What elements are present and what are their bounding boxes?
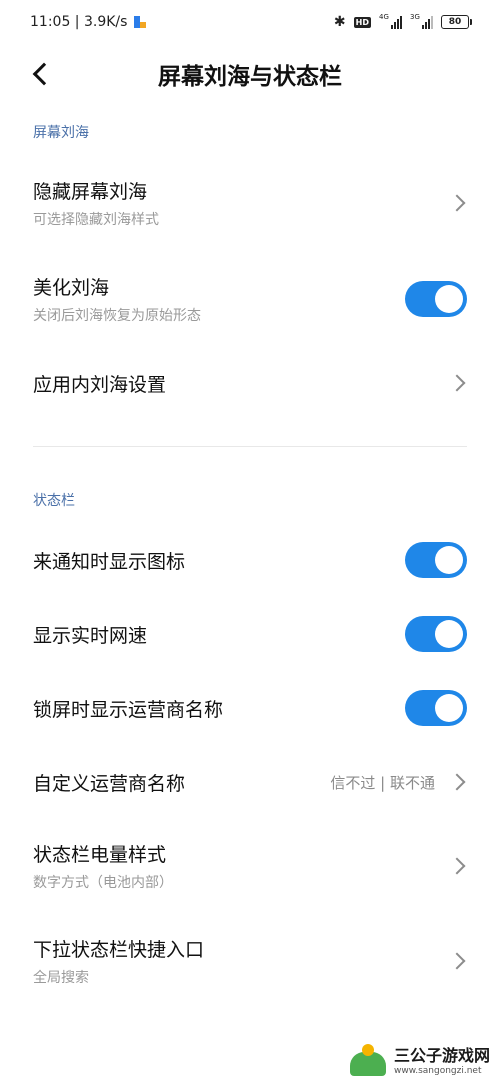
page-title: 屏幕刘海与状态栏 [158, 64, 342, 90]
chevron-right-icon [448, 374, 466, 392]
battery-level: 80 [441, 15, 469, 29]
setting-title: 自定义运营商名称 [33, 772, 186, 795]
setting-subtitle: 全局搜索 [33, 970, 89, 986]
setting-value: 信不过 | 联不通 [330, 773, 435, 792]
section-header-statusbar: 状态栏 [33, 493, 75, 509]
app-notification-icon [134, 16, 147, 28]
setting-title: 状态栏电量样式 [33, 844, 167, 866]
nav-bar: 屏幕刘海与状态栏 [0, 44, 500, 104]
status-bar: 11:05 | 3.9K/s ✱ HD 4G 3G 80 [0, 0, 500, 44]
battery-icon: 80 [441, 15, 472, 29]
setting-battery-style[interactable]: 状态栏电量样式 数字方式（电池内部） [0, 837, 500, 895]
setting-subtitle: 可选择隐藏刘海样式 [33, 212, 159, 228]
bluetooth-icon: ✱ [333, 14, 346, 30]
toggle-switch[interactable] [405, 542, 467, 578]
watermark-name: 三公子游戏网 [393, 1046, 490, 1065]
status-left: 11:05 | 3.9K/s [30, 14, 147, 30]
setting-in-app-notch[interactable]: 应用内刘海设置 [0, 362, 500, 404]
section-divider [33, 446, 467, 447]
setting-title: 隐藏屏幕刘海 [33, 181, 148, 203]
status-right: ✱ HD 4G 3G 80 [333, 13, 472, 30]
setting-subtitle: 数字方式（电池内部） [33, 875, 173, 891]
toggle-switch[interactable] [405, 616, 467, 652]
chevron-right-icon [448, 194, 466, 212]
toggle-switch[interactable] [405, 281, 467, 317]
section-header-notch: 屏幕刘海 [33, 125, 89, 141]
chevron-right-icon [448, 952, 466, 970]
setting-title: 下拉状态栏快捷入口 [33, 939, 205, 961]
setting-title: 显示实时网速 [33, 624, 148, 647]
hd-voice-icon: HD [353, 16, 371, 28]
setting-notification-icons[interactable]: 来通知时显示图标 [0, 540, 500, 580]
setting-title: 来通知时显示图标 [33, 550, 186, 573]
toggle-switch[interactable] [405, 690, 467, 726]
chevron-right-icon [448, 857, 466, 875]
setting-pulldown-shortcut[interactable]: 下拉状态栏快捷入口 全局搜索 [0, 932, 500, 990]
setting-custom-carrier[interactable]: 自定义运营商名称 信不过 | 联不通 [0, 762, 500, 802]
setting-lockscreen-carrier[interactable]: 锁屏时显示运营商名称 [0, 688, 500, 728]
back-arrow-icon[interactable] [30, 60, 52, 86]
signal-sim2-icon: 3G [410, 13, 433, 29]
setting-beautify-notch[interactable]: 美化刘海 关闭后刘海恢复为原始形态 [0, 270, 500, 328]
time-and-speed: 11:05 | 3.9K/s [30, 14, 128, 30]
setting-subtitle: 关闭后刘海恢复为原始形态 [33, 308, 201, 324]
setting-title: 应用内刘海设置 [33, 373, 167, 396]
setting-network-speed[interactable]: 显示实时网速 [0, 614, 500, 654]
chevron-right-icon [448, 773, 466, 791]
site-logo-icon [346, 1042, 390, 1076]
setting-title: 锁屏时显示运营商名称 [33, 698, 224, 721]
signal-sim1-icon: 4G [379, 13, 402, 29]
watermark: 三公子游戏网 www.sangongzi.net [346, 1042, 490, 1076]
setting-hide-notch[interactable]: 隐藏屏幕刘海 可选择隐藏刘海样式 [0, 174, 500, 232]
watermark-url: www.sangongzi.net [393, 1066, 482, 1076]
setting-title: 美化刘海 [33, 277, 110, 299]
